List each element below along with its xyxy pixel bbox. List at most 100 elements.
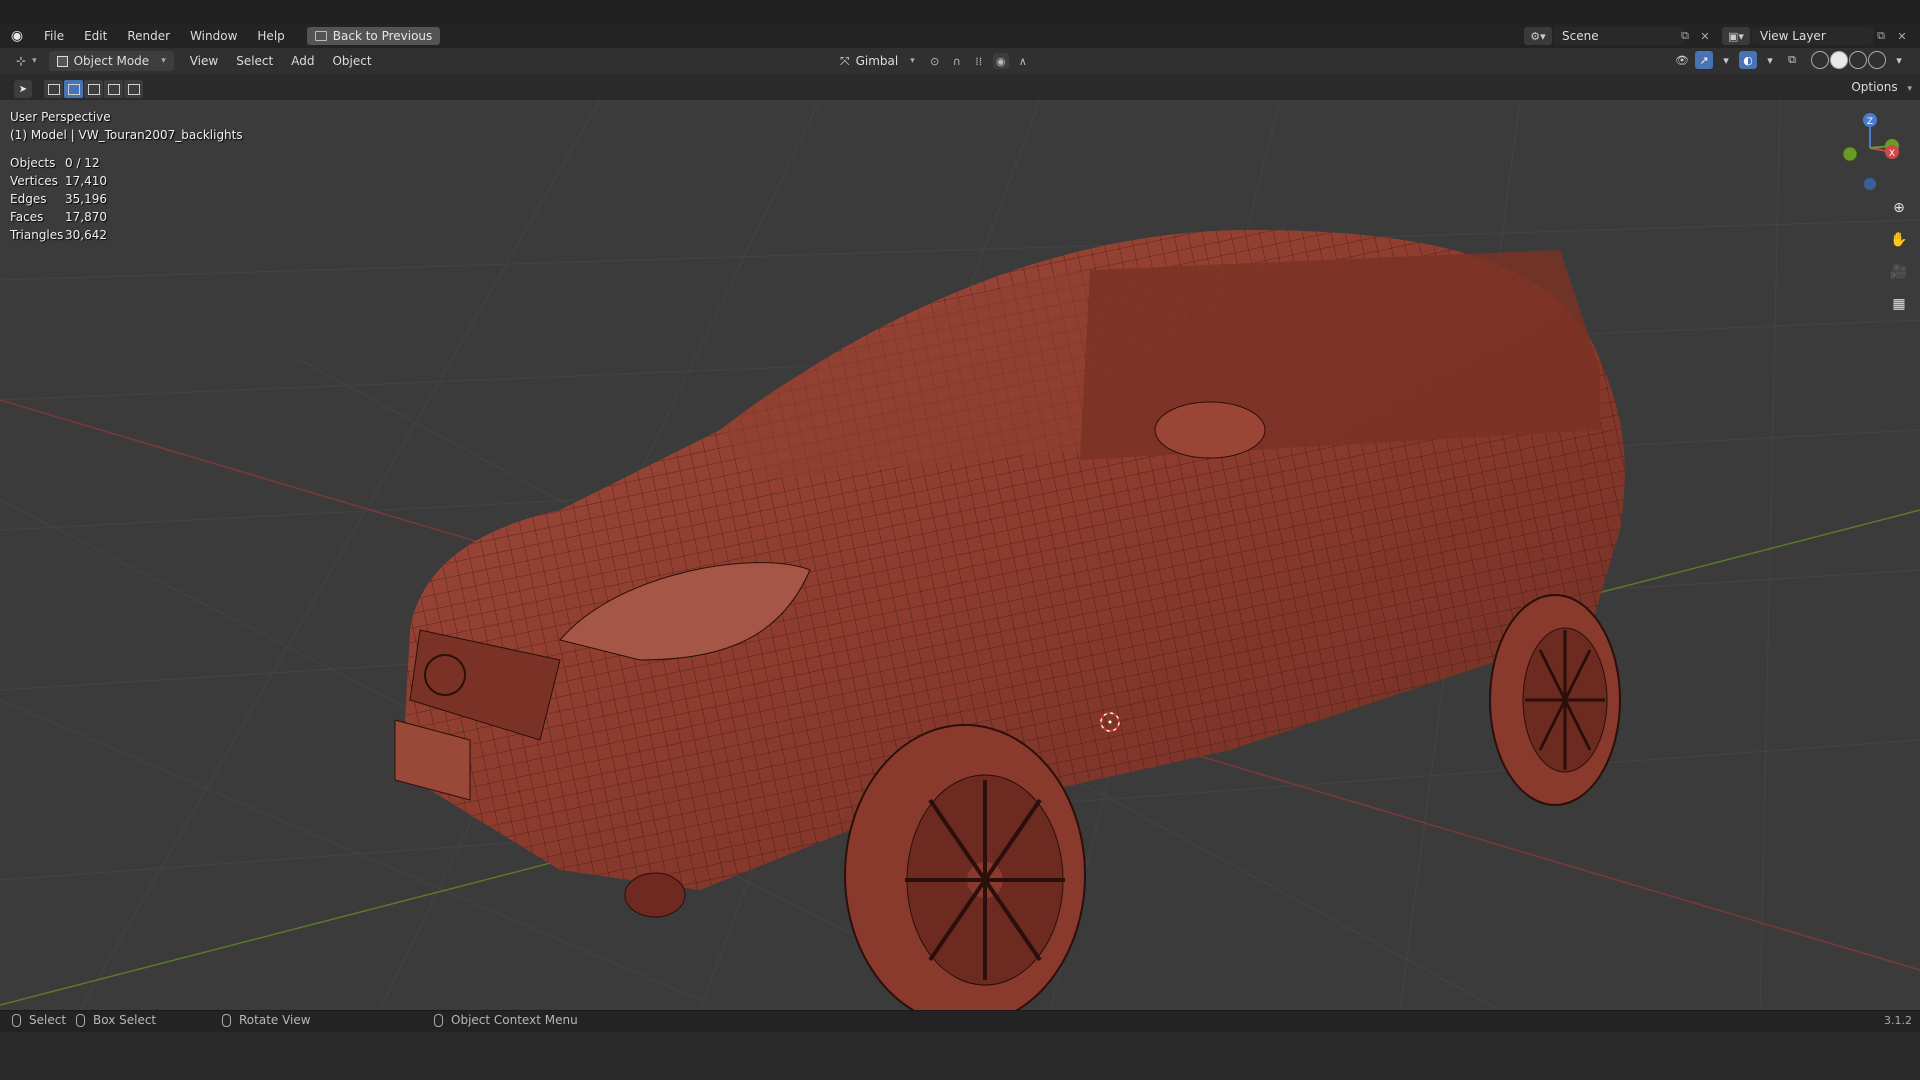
viewport-display-tools: 👁 ↗ ▾ ◐ ▾ ⧉ ▾ [1673, 51, 1908, 69]
mouse-right-icon [434, 1013, 443, 1027]
material-shading-icon[interactable] [1849, 51, 1867, 69]
viewport-nav-buttons: ⊕ ✋ 🎥 ▦ [1886, 195, 1912, 317]
zoom-icon[interactable]: ⊕ [1886, 195, 1912, 221]
car-model-mesh[interactable] [0, 100, 1920, 1010]
wireframe-shading-icon[interactable] [1811, 51, 1829, 69]
orientation-icon: ⤧ [840, 53, 850, 68]
menu-render[interactable]: Render [117, 24, 180, 48]
select-intersect-icon[interactable] [124, 80, 143, 98]
stat-label: Objects [10, 156, 56, 170]
menu-help[interactable]: Help [247, 24, 294, 48]
gizmo-neg-y-axis[interactable] [1842, 146, 1858, 162]
new-scene-icon[interactable]: ⧉ [1676, 27, 1694, 45]
view-layer-browse-button[interactable]: ▣▾ [1722, 27, 1750, 45]
menu-window[interactable]: Window [180, 24, 247, 48]
ortho-toggle-icon[interactable]: ▦ [1886, 291, 1912, 317]
snap-target-icon[interactable]: ⁞⁞ [971, 53, 987, 69]
chevron-down-icon: ▾ [1907, 84, 1912, 94]
snap-magnet-icon[interactable]: ∩ [949, 53, 965, 69]
scene-browse-button[interactable]: ⚙▾ [1524, 27, 1552, 45]
new-view-layer-icon[interactable]: ⧉ [1872, 27, 1890, 45]
chevron-down-icon: ▾ [910, 56, 915, 66]
falloff-curve-icon[interactable]: ∧ [1015, 53, 1031, 69]
navigation-gizmo[interactable]: Z X [1830, 108, 1900, 198]
status-rotate-view-label: Rotate View [239, 1013, 311, 1027]
view-layer-name: View Layer [1760, 29, 1826, 43]
view-layer-icon: ▣▾ [1728, 29, 1744, 43]
chevron-down-icon[interactable]: ▾ [1890, 51, 1908, 69]
stat-label: Faces [10, 210, 44, 224]
stat-row: Edges 35,196 [10, 190, 107, 208]
view-layer-name-field[interactable]: View Layer [1752, 27, 1874, 45]
header-menu-view[interactable]: View [184, 51, 224, 71]
select-subtract-icon[interactable] [84, 80, 103, 98]
header-menu-add[interactable]: Add [285, 51, 320, 71]
delete-scene-icon[interactable]: ✕ [1696, 27, 1714, 45]
gizmo-toggle-icon[interactable]: ↗ [1695, 51, 1713, 69]
options-dropdown[interactable]: Options ▾ [1851, 80, 1912, 94]
transform-orientation-dropdown[interactable]: ⤧ Gimbal ▾ [834, 51, 921, 71]
gizmo-neg-z-axis[interactable] [1864, 178, 1876, 190]
back-icon [314, 31, 327, 41]
pan-hand-icon[interactable]: ✋ [1886, 227, 1912, 253]
menu-edit[interactable]: Edit [74, 24, 117, 48]
chevron-down-icon[interactable]: ▾ [1717, 51, 1735, 69]
fog-light [624, 872, 686, 918]
object-path: (1) Model | VW_Touran2007_backlights [10, 128, 243, 142]
pivot-point-icon[interactable]: ⊙ [927, 53, 943, 69]
view-name: User Perspective [10, 110, 111, 124]
status-box-select-label: Box Select [93, 1013, 157, 1027]
cube-icon [56, 55, 68, 67]
3d-viewport[interactable] [0, 100, 1920, 1010]
back-to-previous-button[interactable]: Back to Previous [306, 27, 441, 45]
xray-toggle-icon[interactable]: ⧉ [1783, 51, 1801, 69]
header-menu-object[interactable]: Object [326, 51, 377, 71]
stat-label: Edges [10, 192, 47, 206]
visibility-eye-icon[interactable]: 👁 [1673, 51, 1691, 69]
stat-row: Triangles 30,642 [10, 226, 107, 244]
gizmo-x-label: X [1889, 149, 1895, 159]
select-tool-icon[interactable]: ➤ [14, 80, 32, 98]
windshield [720, 270, 1090, 480]
status-rotate-view: Rotate View [222, 1013, 311, 1027]
overlays-toggle-icon[interactable]: ◐ [1739, 51, 1757, 69]
viewport-info: User Perspective (1) Model | VW_Touran20… [10, 108, 243, 144]
stat-row: Faces 17,870 [10, 208, 107, 226]
select-invert-icon[interactable] [104, 80, 123, 98]
stat-value: 0 / 12 [65, 156, 100, 170]
status-box-select: Box Select [76, 1013, 156, 1027]
proportional-editing-icon[interactable]: ◉ [992, 53, 1009, 69]
status-select-label: Select [29, 1013, 67, 1027]
editor-type-button[interactable]: ⊹ ▾ [10, 51, 43, 71]
blender-version: 3.1.2 [1884, 1014, 1912, 1027]
side-mirror [1154, 401, 1266, 459]
transform-orientation-label: Gimbal [855, 54, 899, 68]
blender-logo-icon[interactable]: ◉ [0, 24, 34, 48]
options-label: Options [1851, 80, 1898, 94]
mouse-drag-icon [76, 1013, 85, 1027]
object-mode-dropdown[interactable]: Object Mode ▾ [48, 51, 174, 71]
menu-file[interactable]: File [34, 24, 74, 48]
header-menu-select[interactable]: Select [230, 51, 279, 71]
gizmo-z-label: Z [1867, 117, 1873, 127]
stat-row: Vertices 17,410 [10, 172, 107, 190]
scene-name-field[interactable]: Scene [1554, 27, 1684, 45]
front-wheel [844, 724, 1086, 1010]
stat-value: 17,870 [65, 210, 107, 224]
stat-label: Triangles [10, 228, 64, 242]
solid-shading-icon[interactable] [1830, 51, 1848, 69]
select-extend-icon[interactable] [64, 80, 83, 98]
chevron-down-icon: ▾ [161, 56, 166, 66]
scene-name: Scene [1562, 29, 1599, 43]
rendered-shading-icon[interactable] [1868, 51, 1886, 69]
shading-mode-group [1811, 51, 1886, 69]
camera-view-icon[interactable]: 🎥 [1886, 259, 1912, 285]
stat-value: 17,410 [65, 174, 107, 188]
chevron-down-icon[interactable]: ▾ [1761, 51, 1779, 69]
stat-value: 35,196 [65, 192, 107, 206]
select-new-icon[interactable] [44, 80, 63, 98]
delete-view-layer-icon[interactable]: ✕ [1893, 27, 1911, 45]
transform-tools: ⤧ Gimbal ▾ ⊙ ∩ ⁞⁞ ◉ ∧ [834, 51, 1031, 71]
stat-row: Objects 0 / 12 [10, 154, 107, 172]
object-mode-label: Object Mode [73, 54, 150, 68]
